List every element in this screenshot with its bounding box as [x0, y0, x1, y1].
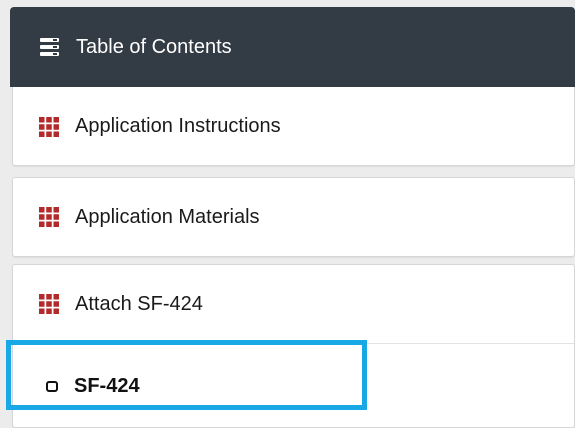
toc-panel-application-materials: Application Materials — [12, 177, 575, 257]
toc-item-application-instructions[interactable]: Application Instructions — [13, 87, 574, 166]
grid-icon — [39, 294, 59, 314]
toc-item-label: Attach SF-424 — [75, 292, 203, 315]
toc-title: Table of Contents — [76, 35, 232, 58]
toc-subitem-sf-424[interactable]: SF-424 — [13, 345, 574, 427]
toc-item-attach-sf-424[interactable]: Attach SF-424 — [13, 265, 574, 344]
toc-item-application-materials[interactable]: Application Materials — [13, 178, 574, 256]
checkbox-icon[interactable] — [46, 380, 58, 392]
toc-panel-attach-sf-424: Attach SF-424 SF-424 — [12, 264, 575, 428]
grid-icon — [39, 116, 59, 137]
grid-icon — [39, 207, 59, 227]
toc-item-label: Application Instructions — [75, 115, 281, 137]
toc-header: Table of Contents — [10, 7, 575, 87]
toc-subitem-label: SF-424 — [74, 374, 140, 397]
toc-item-label: Application Materials — [75, 205, 260, 228]
table-of-contents: Table of Contents Application Instructio… — [10, 7, 575, 428]
toc-panel-application-instructions: Application Instructions — [12, 87, 575, 166]
list-icon — [40, 38, 59, 56]
